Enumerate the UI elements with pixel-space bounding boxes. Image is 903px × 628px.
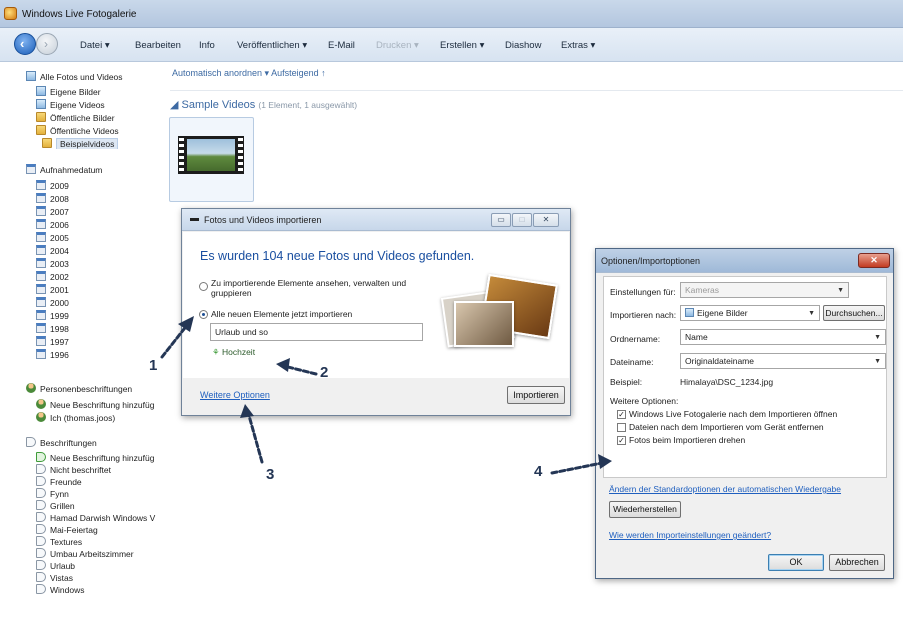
callout-4-arrow bbox=[550, 461, 604, 475]
callout-arrows bbox=[160, 316, 612, 475]
callout-3-arrow bbox=[246, 410, 264, 464]
callout-1: 1 bbox=[149, 357, 158, 374]
callout-2: 2 bbox=[320, 364, 329, 381]
callout-3: 3 bbox=[266, 466, 275, 483]
callout-1-arrowhead bbox=[178, 316, 194, 332]
callout-2-arrowhead bbox=[276, 358, 290, 372]
callout-4-arrowhead bbox=[598, 454, 612, 469]
callout-1-arrow bbox=[160, 322, 190, 359]
callout-2-arrow bbox=[282, 364, 318, 376]
callout-4: 4 bbox=[534, 463, 543, 480]
callout-3-arrowhead bbox=[240, 404, 254, 418]
